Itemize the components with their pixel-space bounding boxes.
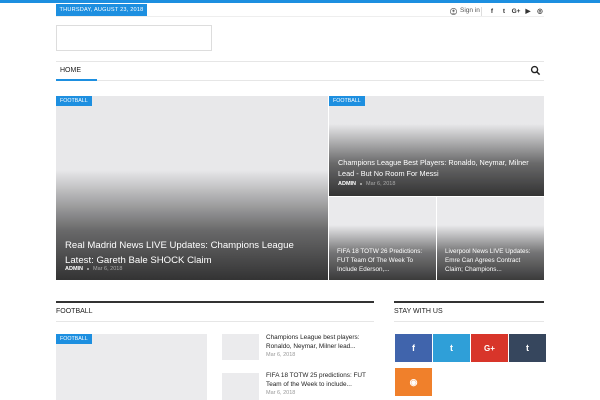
post-title[interactable]: Real Madrid News LIVE Updates: Champions…: [65, 238, 323, 268]
nav-item-home[interactable]: HOME: [56, 62, 97, 81]
post-author[interactable]: ADMIN: [65, 266, 83, 272]
list-post-date: Mar 6, 2018: [266, 390, 296, 396]
list-post-title[interactable]: Champions League best players: Ronaldo, …: [266, 333, 372, 351]
hero-small-post[interactable]: Liverpool News LIVE Updates: Emre Can Ag…: [437, 197, 544, 280]
featured-post-image[interactable]: FOOTBALL: [56, 334, 207, 400]
tumblr-icon[interactable]: t: [509, 334, 546, 362]
section-underline: [394, 301, 544, 303]
divider: [394, 321, 544, 322]
post-thumbnail[interactable]: [222, 334, 259, 360]
top-bar: THURSDAY, AUGUST 23, 2018 Sign in f t G+…: [0, 0, 600, 17]
post-title[interactable]: Liverpool News LIVE Updates: Emre Can Ag…: [445, 247, 536, 274]
post-author[interactable]: ADMIN: [338, 181, 356, 187]
category-badge[interactable]: FOOTBALL: [56, 334, 92, 344]
user-icon: [450, 7, 457, 15]
meta-dot: [87, 268, 90, 270]
post-thumbnail[interactable]: [222, 373, 259, 400]
meta-dot: [360, 183, 363, 185]
section-title-football[interactable]: FOOTBALL: [56, 308, 93, 315]
post-date: Mar 6, 2018: [366, 181, 396, 187]
google-plus-icon[interactable]: G+: [471, 334, 508, 362]
site-logo[interactable]: [56, 25, 212, 51]
rss-icon[interactable]: ◉: [395, 368, 432, 396]
twitter-icon[interactable]: t: [433, 334, 470, 362]
category-badge[interactable]: FOOTBALL: [56, 96, 92, 106]
divider: [481, 7, 482, 16]
hero-main-post[interactable]: FOOTBALL Real Madrid News LIVE Updates: …: [56, 96, 328, 280]
list-post-title[interactable]: FIFA 18 TOTW 25 predictions: FUT Team of…: [266, 371, 372, 389]
facebook-icon[interactable]: f: [395, 334, 432, 362]
post-date: Mar 6, 2018: [93, 266, 123, 272]
hero-top-right-post[interactable]: FOOTBALL Champions League Best Players: …: [329, 96, 544, 196]
post-meta: ADMIN Mar 6, 2018: [338, 181, 395, 187]
main-nav: HOME: [56, 61, 544, 81]
date-badge: THURSDAY, AUGUST 23, 2018: [56, 4, 147, 16]
section-title-stay-with-us: STAY WITH US: [394, 308, 443, 315]
list-post-date: Mar 6, 2018: [266, 352, 296, 358]
divider: [56, 321, 374, 322]
hero-small-post[interactable]: FIFA 18 TOTW 26 Predictions: FUT Team Of…: [329, 197, 436, 280]
section-underline: [56, 301, 374, 303]
category-badge[interactable]: FOOTBALL: [329, 96, 365, 106]
post-meta: ADMIN Mar 6, 2018: [65, 266, 122, 272]
divider: [56, 16, 544, 17]
search-icon[interactable]: [530, 65, 541, 76]
post-title[interactable]: Champions League Best Players: Ronaldo, …: [338, 157, 538, 179]
post-title[interactable]: FIFA 18 TOTW 26 Predictions: FUT Team Of…: [337, 247, 428, 274]
